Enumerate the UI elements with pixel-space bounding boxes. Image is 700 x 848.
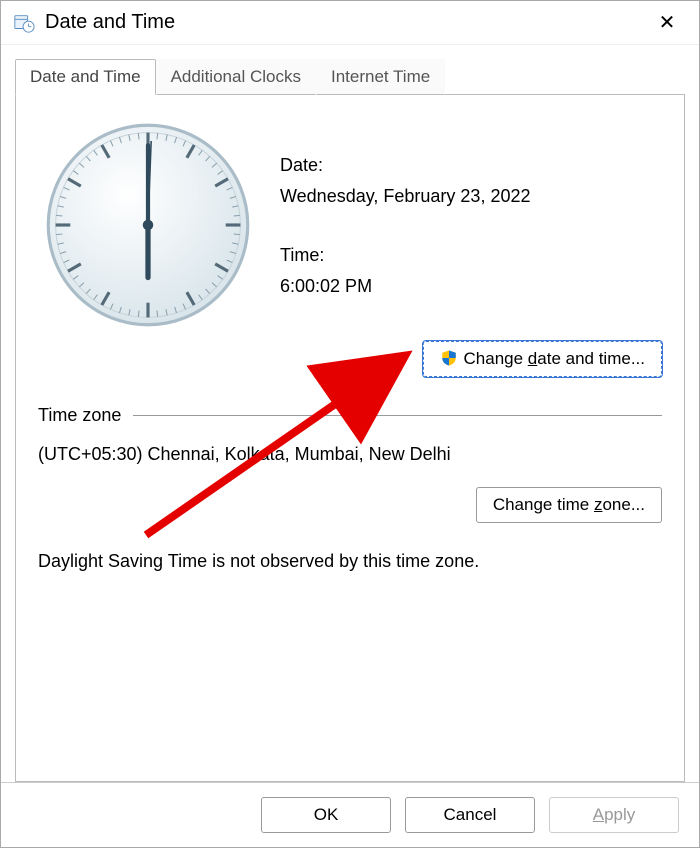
ok-button[interactable]: OK xyxy=(261,797,391,833)
apply-button: Apply xyxy=(549,797,679,833)
date-label: Date: xyxy=(280,155,531,176)
divider xyxy=(133,415,662,416)
cancel-button[interactable]: Cancel xyxy=(405,797,535,833)
tab-date-and-time[interactable]: Date and Time xyxy=(15,59,156,95)
change-date-time-label-pre: Change xyxy=(464,349,528,368)
change-timezone-button[interactable]: Change time zone... xyxy=(476,487,662,523)
apply-label-u: A xyxy=(593,805,604,824)
uac-shield-icon xyxy=(440,349,458,367)
tab-strip: Date and Time Additional Clocks Internet… xyxy=(15,59,685,95)
date-time-icon xyxy=(13,12,35,34)
tab-additional-clocks[interactable]: Additional Clocks xyxy=(156,59,316,95)
time-value: 6:00:02 PM xyxy=(280,276,531,297)
timezone-section-label: Time zone xyxy=(38,405,121,426)
close-button[interactable]: ✕ xyxy=(647,3,687,43)
change-date-time-button[interactable]: Change date and time... xyxy=(423,341,662,377)
tab-panel: Date: Wednesday, February 23, 2022 Time:… xyxy=(15,95,685,782)
date-value: Wednesday, February 23, 2022 xyxy=(280,186,531,207)
apply-label-post: pply xyxy=(604,805,635,824)
change-tz-label-post: one... xyxy=(602,495,645,514)
titlebar: Date and Time ✕ xyxy=(1,1,699,45)
analog-clock xyxy=(38,115,258,335)
timezone-value: (UTC+05:30) Chennai, Kolkata, Mumbai, Ne… xyxy=(38,444,662,465)
dst-note: Daylight Saving Time is not observed by … xyxy=(38,551,662,572)
tab-internet-time[interactable]: Internet Time xyxy=(316,59,445,95)
change-date-time-label-post: ate and time... xyxy=(537,349,645,368)
change-date-time-label-u: d xyxy=(528,349,537,368)
dialog-footer: OK Cancel Apply xyxy=(1,782,699,847)
change-tz-label-pre: Change time xyxy=(493,495,594,514)
date-time-dialog: Date and Time ✕ Date and Time Additional… xyxy=(0,0,700,848)
window-title: Date and Time xyxy=(45,11,647,34)
time-label: Time: xyxy=(280,245,531,266)
